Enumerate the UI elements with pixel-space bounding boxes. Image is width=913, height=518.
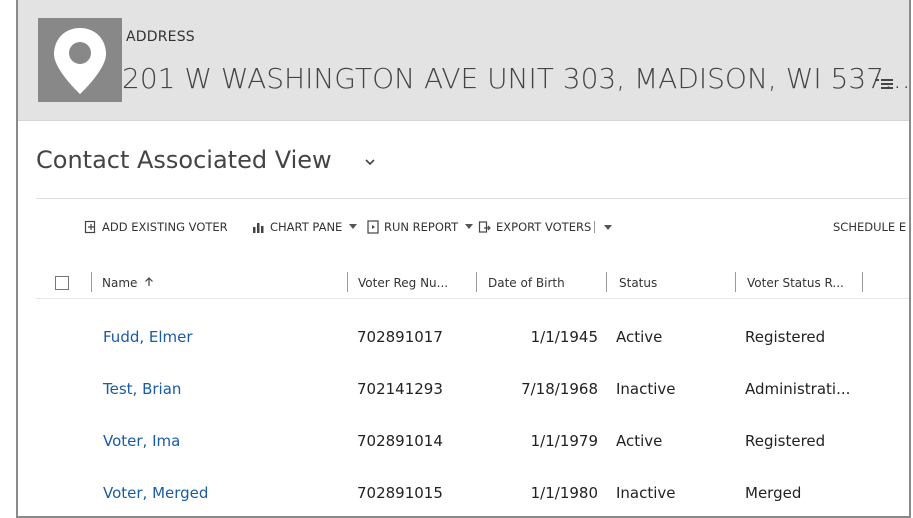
more-commands-icon[interactable]: [604, 225, 612, 231]
column-header-name[interactable]: Name: [102, 276, 154, 290]
grid-header: Name Voter Reg Nu... Date of Birth Statu…: [36, 258, 909, 299]
form-frame: ADDRESS 201 W WASHINGTON AVE UNIT 303, M…: [16, 0, 911, 518]
voter-status-reason: Registered: [745, 432, 826, 450]
report-icon: [367, 220, 379, 234]
column-header-voter-reg[interactable]: Voter Reg Nu...: [358, 276, 448, 290]
export-voters-label: EXPORT VOTERS: [496, 220, 592, 234]
voter-status: Inactive: [616, 380, 676, 398]
voter-reg-number: 702891015: [357, 484, 443, 502]
dropdown-arrow-icon: [349, 224, 358, 229]
date-of-birth: 1/1/1980: [530, 484, 598, 502]
column-header-status[interactable]: Status: [619, 276, 657, 290]
column-header-voter-status-reason[interactable]: Voter Status R...: [747, 276, 844, 290]
schedule-button[interactable]: SCHEDULE E: [833, 220, 906, 234]
column-divider: [862, 272, 863, 292]
table-row[interactable]: Test, Brian 702141293 7/18/1968 Inactive…: [36, 362, 909, 414]
date-of-birth: 1/1/1979: [530, 432, 598, 450]
voter-name-link[interactable]: Voter, Merged: [103, 484, 208, 502]
voter-reg-number: 702141293: [357, 380, 443, 398]
table-row[interactable]: Fudd, Elmer 702891017 1/1/1945 Active Re…: [36, 310, 909, 362]
export-icon: [478, 221, 491, 233]
record-header: ADDRESS 201 W WASHINGTON AVE UNIT 303, M…: [18, 0, 909, 121]
add-existing-voter-label: ADD EXISTING VOTER: [102, 220, 228, 234]
voter-status: Active: [616, 432, 663, 450]
voter-reg-number: 702891017: [357, 328, 443, 346]
run-report-button[interactable]: RUN REPORT: [366, 220, 474, 234]
schedule-label: SCHEDULE E: [833, 220, 907, 234]
voter-status: Inactive: [616, 484, 676, 502]
voter-status-reason: Registered: [745, 328, 826, 346]
command-divider: [594, 221, 595, 233]
column-divider: [606, 272, 607, 292]
run-report-label: RUN REPORT: [384, 220, 459, 234]
export-voters-button[interactable]: EXPORT VOTERS: [478, 220, 591, 234]
voter-name-link[interactable]: Fudd, Elmer: [103, 328, 193, 346]
table-row[interactable]: Voter, Ima 702891014 1/1/1979 Active Reg…: [36, 414, 909, 466]
command-bar: ADD EXISTING VOTER CHART PANE RUN REPORT: [36, 198, 909, 239]
add-record-icon: [84, 220, 96, 234]
voter-name-link[interactable]: Test, Brian: [103, 380, 181, 398]
column-divider: [735, 272, 736, 292]
select-all-checkbox[interactable]: [55, 276, 69, 290]
chart-pane-button[interactable]: CHART PANE: [252, 220, 358, 234]
voter-status: Active: [616, 328, 663, 346]
column-header-name-label: Name: [102, 276, 138, 290]
view-selector[interactable]: Contact Associated View: [36, 146, 332, 174]
dropdown-arrow-icon: [465, 224, 474, 229]
column-divider: [347, 272, 348, 292]
date-of-birth: 7/18/1968: [521, 380, 598, 398]
table-row[interactable]: Voter, Merged 702891015 1/1/1980 Inactiv…: [36, 466, 909, 516]
record-type-label: ADDRESS: [126, 29, 195, 45]
record-avatar: [38, 18, 122, 102]
map-pin-icon: [54, 28, 106, 94]
voter-name-link[interactable]: Voter, Ima: [103, 432, 180, 450]
record-title: 201 W WASHINGTON AVE UNIT 303, MADISON, …: [122, 62, 911, 95]
voter-status-reason: Administrati...: [745, 380, 851, 398]
list-menu-icon[interactable]: [875, 76, 893, 92]
sort-ascending-icon: [145, 277, 154, 286]
column-divider: [91, 272, 92, 292]
chart-pane-label: CHART PANE: [270, 220, 343, 234]
column-divider: [476, 272, 477, 292]
add-existing-voter-button[interactable]: ADD EXISTING VOTER: [84, 220, 228, 234]
voter-status-reason: Merged: [745, 484, 802, 502]
voter-reg-number: 702891014: [357, 432, 443, 450]
chevron-down-icon[interactable]: [364, 157, 376, 167]
column-header-dob[interactable]: Date of Birth: [488, 276, 565, 290]
date-of-birth: 1/1/1945: [530, 328, 598, 346]
bar-chart-icon: [253, 223, 264, 233]
